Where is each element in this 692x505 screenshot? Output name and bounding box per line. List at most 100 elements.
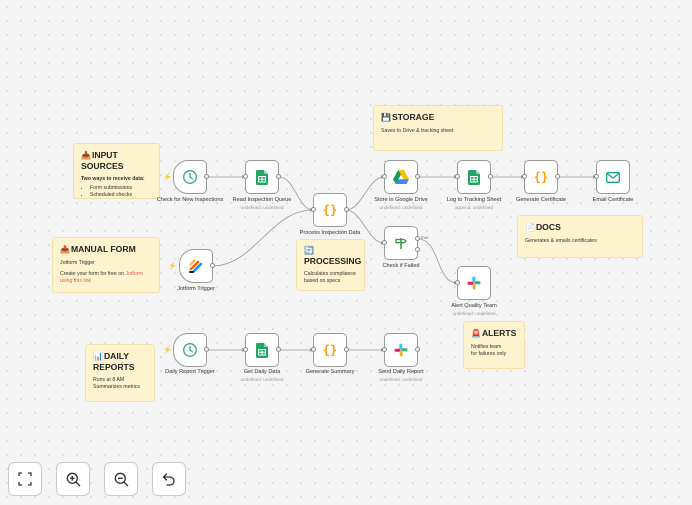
- node-label: Send Daily Report: [378, 369, 424, 375]
- undo-button[interactable]: [152, 462, 186, 496]
- trigger-bolt-icon: ⚡: [163, 347, 172, 354]
- note-manual-form[interactable]: 📤MANUAL FORM Jotform Trigger Create your…: [52, 237, 160, 293]
- note-daily-reports[interactable]: 📊DAILY REPORTS Runs at 8 AM Summarizes m…: [85, 344, 155, 402]
- node-label: Read Inspection Queue: [232, 197, 292, 203]
- zoom-out-button[interactable]: [104, 462, 138, 496]
- note-title: 📊DAILY REPORTS: [93, 351, 135, 372]
- fit-view-button[interactable]: [8, 462, 42, 496]
- node-process-inspection-data[interactable]: {}: [311, 193, 349, 227]
- output-handle-false[interactable]: [415, 247, 420, 252]
- input-handle[interactable]: [311, 207, 316, 212]
- note-line: Runs at 8 AM: [93, 376, 125, 383]
- note-alerts[interactable]: 🚨ALERTS Notifies team for failures only: [463, 321, 525, 369]
- node-alert-quality-team[interactable]: [455, 266, 491, 300]
- node-store-google-drive[interactable]: [382, 160, 420, 194]
- node-subtitle: undefined: undefined: [379, 377, 423, 382]
- node-daily-report-trigger[interactable]: [173, 333, 209, 367]
- node-label: Process Inspection Data: [299, 230, 361, 236]
- note-line: Summarizes metrics: [93, 383, 140, 390]
- node-send-daily-report[interactable]: [382, 333, 420, 367]
- zoom-in-icon: [66, 472, 80, 486]
- note-storage[interactable]: 💾STORAGE Saves to Drive & tracking sheet: [373, 105, 503, 151]
- input-handle[interactable]: [594, 174, 599, 179]
- node-label: Alert Quality Team: [451, 303, 497, 309]
- node-read-inspection-queue[interactable]: [243, 160, 281, 194]
- output-handle[interactable]: [415, 174, 420, 179]
- note-title: 📥INPUT SOURCES: [81, 150, 124, 171]
- if-signpost-icon: [395, 238, 407, 249]
- output-handle[interactable]: [415, 347, 420, 352]
- clock-icon: [183, 170, 197, 184]
- node-log-tracking-sheet[interactable]: [455, 160, 493, 194]
- node-subtitle: undefined: undefined: [240, 205, 284, 210]
- node-jotform-trigger[interactable]: [179, 249, 215, 283]
- node-label: Generate Summary: [305, 369, 355, 375]
- jotform-icon: [189, 259, 203, 273]
- node-label: Store in Google Drive: [374, 197, 428, 203]
- output-handle[interactable]: [344, 347, 349, 352]
- note-line: Notifies team: [471, 343, 502, 350]
- note-title: 🔄 PROCESSING: [304, 246, 362, 266]
- node-subtitle: append: undefined: [454, 205, 494, 210]
- input-handle[interactable]: [243, 347, 248, 352]
- node-subtitle: undefined: undefined: [240, 377, 284, 382]
- node-email-certificate[interactable]: [594, 160, 630, 194]
- output-handle[interactable]: [276, 174, 281, 179]
- node-check-if-failed[interactable]: [382, 226, 420, 260]
- note-docs[interactable]: 📄DOCS Generates & emails certificates: [517, 215, 643, 258]
- google-sheets-icon: [256, 342, 268, 358]
- code-braces-icon: {}: [322, 343, 338, 357]
- output-handle[interactable]: [555, 174, 560, 179]
- input-handle[interactable]: [382, 240, 387, 245]
- list-item: Scheduled checks: [90, 192, 152, 199]
- zoom-out-icon: [114, 472, 128, 486]
- node-label: Jotform Trigger: [177, 286, 215, 292]
- code-braces-icon: {}: [322, 203, 338, 217]
- node-label: Generate Certificate: [515, 197, 567, 203]
- input-handle[interactable]: [311, 347, 316, 352]
- note-title: 📄DOCS: [525, 222, 561, 232]
- edge-if-to-alert: [417, 238, 458, 284]
- note-line: Create your form for free on Jotform usi…: [60, 270, 143, 284]
- output-handle[interactable]: [210, 263, 215, 268]
- output-handle-true[interactable]: [415, 236, 420, 241]
- input-handle[interactable]: [382, 347, 387, 352]
- output-handle[interactable]: [276, 347, 281, 352]
- google-sheets-icon: [468, 169, 480, 185]
- output-handle[interactable]: [204, 174, 209, 179]
- output-handle[interactable]: [344, 207, 349, 212]
- input-handle[interactable]: [455, 174, 460, 179]
- note-list: Form submissions Scheduled checks: [81, 185, 152, 199]
- code-braces-icon: {}: [533, 170, 549, 184]
- input-handle[interactable]: [455, 280, 460, 285]
- output-handle[interactable]: [204, 347, 209, 352]
- note-body: Generates & emails certificates: [525, 237, 597, 244]
- workflow-canvas[interactable]: 📥INPUT SOURCES Two ways to receive data:…: [0, 0, 692, 505]
- email-icon: [606, 171, 620, 183]
- list-item: Form submissions: [90, 185, 152, 192]
- node-generate-certificate[interactable]: {}: [522, 160, 560, 194]
- node-get-daily-data[interactable]: [243, 333, 281, 367]
- edge-label-true: true: [421, 235, 429, 240]
- input-handle[interactable]: [382, 174, 387, 179]
- note-line: for failures only: [471, 350, 507, 357]
- input-handle[interactable]: [243, 174, 248, 179]
- slack-icon: [467, 276, 481, 290]
- note-title: 💾STORAGE: [381, 112, 435, 122]
- google-sheets-icon: [256, 169, 268, 185]
- undo-icon: [162, 473, 175, 486]
- note-processing[interactable]: 🔄 PROCESSING Calculates compliance based …: [296, 239, 365, 291]
- node-label: Daily Report Trigger: [165, 369, 215, 375]
- note-title: 📤MANUAL FORM: [60, 244, 136, 254]
- zoom-in-button[interactable]: [56, 462, 90, 496]
- note-input-sources[interactable]: 📥INPUT SOURCES Two ways to receive data:…: [73, 143, 160, 199]
- node-generate-summary[interactable]: {}: [311, 333, 349, 367]
- input-handle[interactable]: [522, 174, 527, 179]
- note-body: Calculates compliance based on specs: [304, 270, 356, 284]
- trigger-bolt-icon: ⚡: [168, 263, 177, 270]
- google-drive-icon: [393, 170, 409, 184]
- node-check-new-inspections[interactable]: [173, 160, 209, 194]
- output-handle[interactable]: [488, 174, 493, 179]
- note-body: Saves to Drive & tracking sheet: [381, 127, 454, 134]
- node-subtitle: undefined: undefined: [452, 311, 496, 316]
